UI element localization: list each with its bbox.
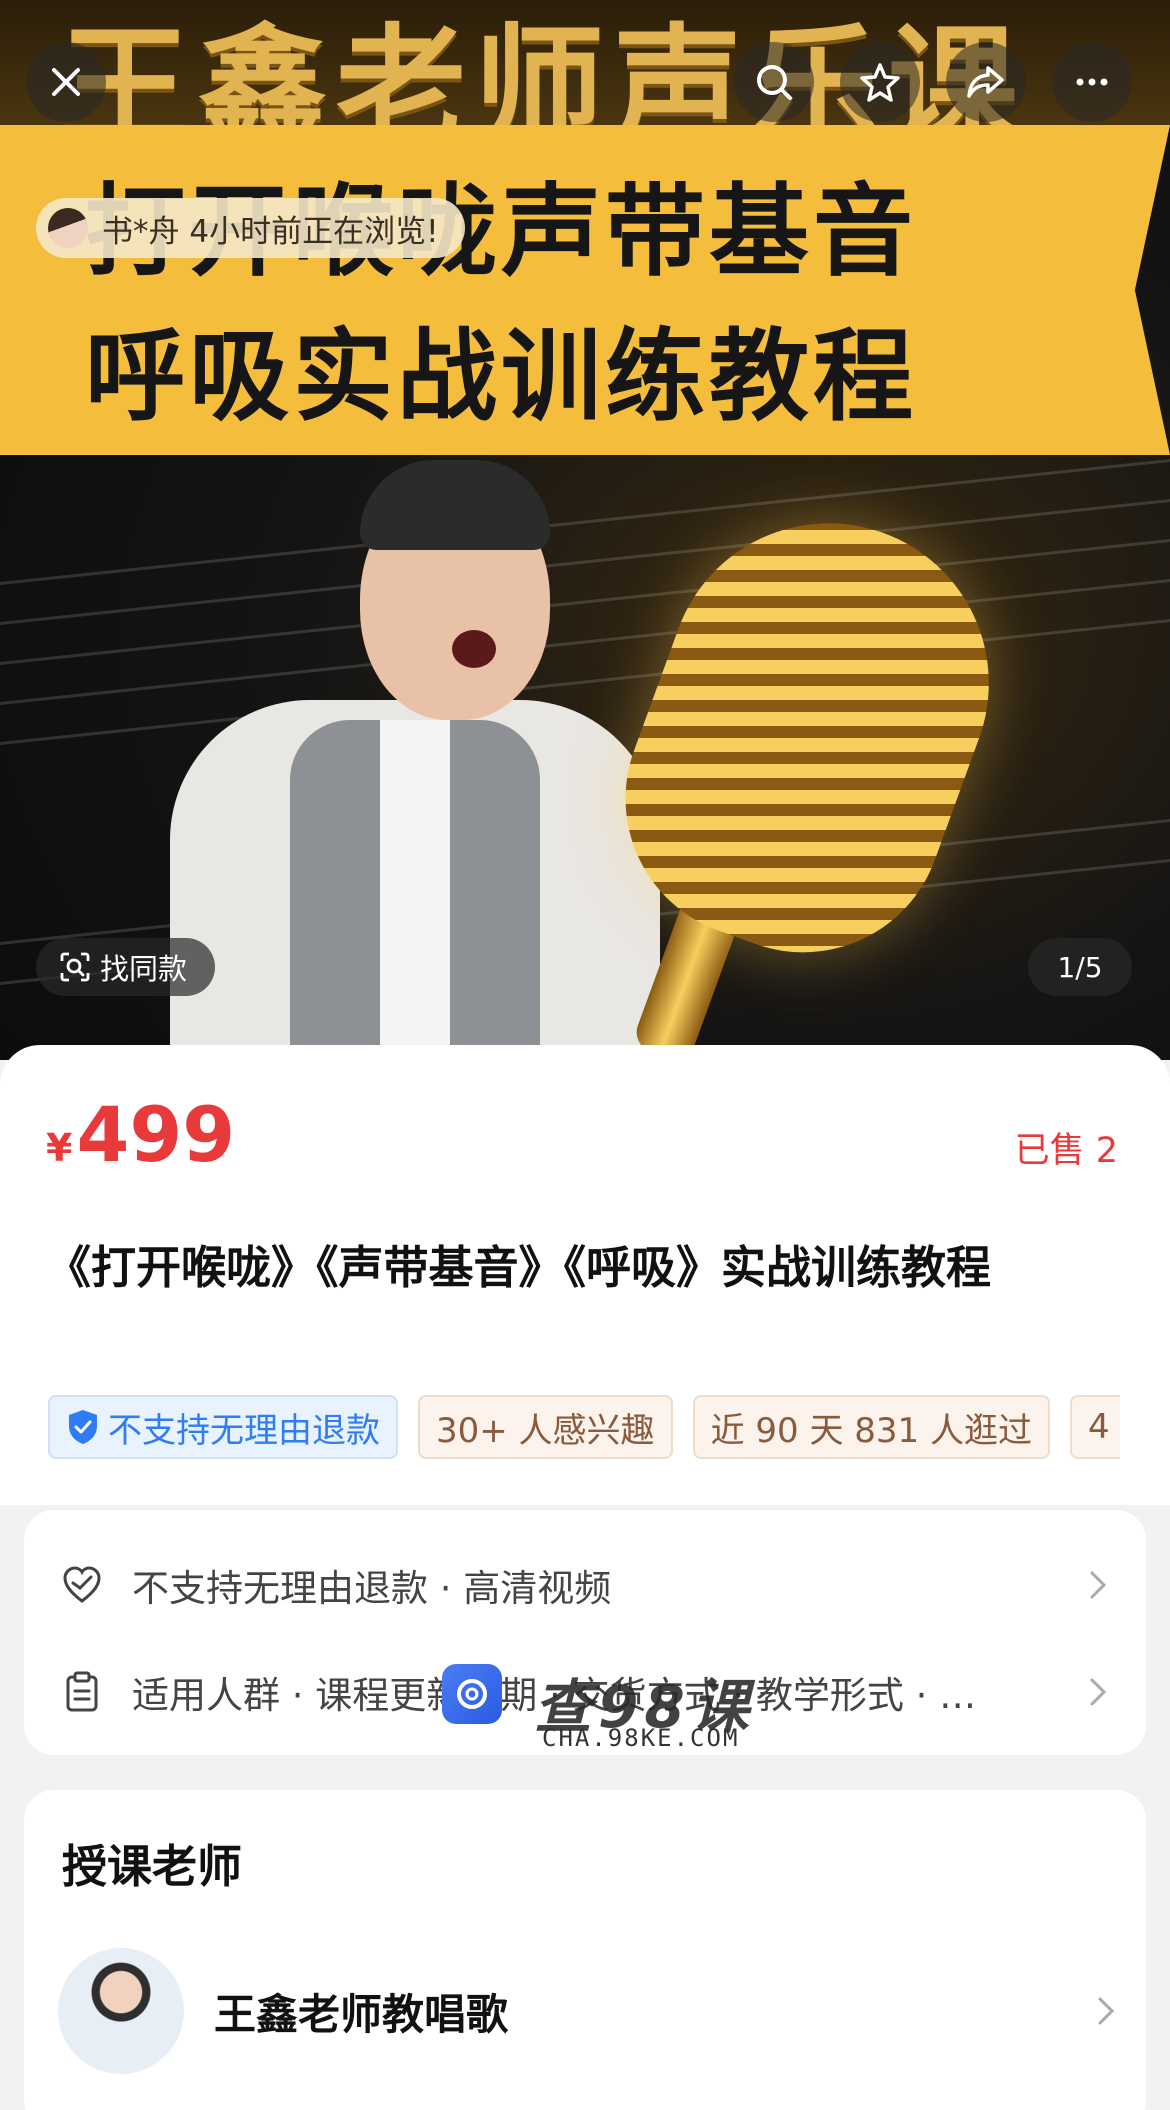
product-image-carousel[interactable]: 王鑫老师声乐课 打开喉咙声带基音 呼吸实战训练教程 书*舟 4小时前正在浏览! … — [0, 0, 1170, 1060]
watermark-logo-icon — [442, 1664, 502, 1724]
search-icon — [757, 65, 792, 100]
find-similar-button[interactable]: 找同款 — [36, 938, 216, 996]
star-icon — [860, 63, 900, 102]
chevron-right-icon — [1090, 1678, 1107, 1706]
recent-viewer-notice: 书*舟 4小时前正在浏览! — [36, 198, 465, 258]
share-button[interactable] — [946, 42, 1026, 122]
clipboard-icon — [66, 1671, 98, 1712]
share-icon — [967, 66, 1004, 98]
tag-no-refund: 不支持无理由退款 — [48, 1395, 398, 1459]
singer-mouth — [452, 630, 496, 668]
tag-label: 4 — [1087, 1407, 1110, 1447]
chevron-right-icon — [1090, 1571, 1107, 1599]
tag-more: 4 — [1069, 1395, 1120, 1459]
tag-label: 近 90 天 831 人逛过 — [710, 1410, 1032, 1451]
price-currency: ¥ — [46, 1126, 73, 1170]
product-page: 王鑫老师声乐课 打开喉咙声带基音 呼吸实战训练教程 书*舟 4小时前正在浏览! … — [0, 0, 1170, 2110]
teacher-heading: 授课老师 — [62, 1840, 243, 1893]
heart-shield-icon — [63, 1566, 101, 1603]
close-button[interactable] — [26, 42, 106, 122]
teacher-name: 王鑫老师教唱歌 — [214, 1989, 509, 2039]
music-staff-line — [0, 534, 1170, 669]
singer-shirt — [380, 720, 450, 1060]
tag-row: 不支持无理由退款 30+ 人感兴趣 近 90 天 831 人逛过 4 — [48, 1395, 1120, 1461]
price: ¥ 499 — [46, 1090, 235, 1179]
more-button[interactable] — [1052, 42, 1132, 122]
scan-search-icon — [60, 952, 90, 982]
more-icon — [1076, 78, 1108, 86]
favorite-button[interactable] — [840, 42, 920, 122]
shield-check-icon — [69, 1410, 97, 1444]
teacher-avatar — [58, 1948, 184, 2074]
search-button[interactable] — [734, 42, 814, 122]
music-staff-line — [0, 574, 1170, 709]
tag-visits: 近 90 天 831 人逛过 — [692, 1395, 1050, 1459]
teacher-card: 授课老师 王鑫老师教唱歌 — [24, 1790, 1146, 2110]
tag-label: 30+ 人感兴趣 — [436, 1410, 655, 1451]
viewer-notice-text: 书*舟 4小时前正在浏览! — [102, 213, 439, 250]
hero-banner-line2: 呼吸实战训练教程 — [85, 318, 917, 435]
singer-hair — [360, 460, 550, 550]
price-value: 499 — [76, 1090, 236, 1179]
chevron-right-icon — [1098, 1997, 1115, 2025]
product-title: 《打开喉咙》《声带基音》《呼吸》实战训练教程 — [46, 1241, 992, 1294]
music-staff-line — [0, 454, 1170, 589]
sold-count: 已售 2 — [1014, 1131, 1118, 1171]
tag-label: 不支持无理由退款 — [108, 1410, 380, 1451]
image-pager: 1/5 — [1028, 938, 1132, 996]
find-similar-label: 找同款 — [100, 952, 188, 986]
close-icon — [52, 68, 80, 96]
watermark-subtitle: CHA.98KE.COM — [542, 1724, 740, 1752]
service-row[interactable]: 不支持无理由退款 · 高清视频 — [60, 1550, 1110, 1620]
music-staff-line — [0, 494, 1170, 629]
tag-interest: 30+ 人感兴趣 — [418, 1395, 673, 1459]
watermark: 查98课 CHA.98KE.COM — [442, 1662, 749, 1762]
teacher-row[interactable]: 王鑫老师教唱歌 — [58, 1946, 1118, 2076]
service-row-text: 不支持无理由退款 · 高清视频 — [132, 1567, 612, 1610]
viewer-avatar — [48, 208, 88, 248]
